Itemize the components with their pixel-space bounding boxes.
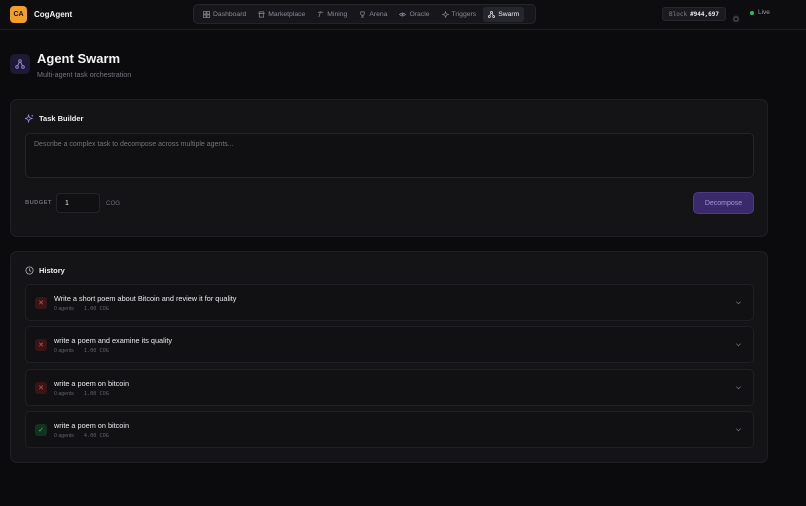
history-item-meta: 0 agents 1.00 COG [54,306,109,312]
agent-count: 0 agents [54,391,74,397]
failed-x-icon: ✕ [35,339,47,351]
nav-label: Triggers [451,10,477,18]
nav-label: Marketplace [268,10,306,18]
trophy-icon [359,11,366,18]
brand[interactable]: CA CogAgent [10,6,72,23]
history-title: History [39,266,65,275]
live-status: Live [750,9,770,16]
agent-count: 0 agents [54,306,74,312]
task-builder-title: Task Builder [39,114,84,123]
history-header: History [25,266,65,275]
task-description-input[interactable] [25,133,754,178]
chevron-down-icon[interactable] [735,299,742,306]
main-nav: Dashboard Marketplace Mining Arena Oracl… [193,4,536,24]
failed-x-icon: ✕ [35,382,47,394]
chevron-down-icon[interactable] [735,384,742,391]
block-label: Block [669,10,688,18]
history-item-title: write a poem on bitcoin [54,421,130,430]
grid-icon [203,10,210,18]
history-item[interactable]: ✕ Write a short poem about Bitcoin and r… [25,284,754,321]
clock-icon [25,266,34,275]
success-check-icon: ✓ [35,424,47,436]
network-icon [488,10,496,18]
top-bar: CA CogAgent Dashboard Marketplace Mining [0,0,806,30]
nav-item-marketplace[interactable]: Marketplace [253,7,310,22]
budget-input[interactable] [56,193,100,213]
brand-name: CogAgent [34,10,73,19]
block-indicator: Block #944,697 [662,7,726,21]
brand-logo: CA [10,6,27,23]
block-number: #944,697 [690,10,719,18]
live-label: Live [758,9,770,16]
task-builder-header: Task Builder [25,114,83,123]
history-item-meta: 0 agents 4.00 COG [54,433,109,439]
nav-label: Dashboard [213,10,247,18]
swarm-page-icon [10,54,30,74]
cost: 4.00 COG [83,433,109,439]
nav-label: Oracle [409,10,430,18]
eye-icon [399,11,407,18]
history-item[interactable]: ✕ write a poem and examine its quality 0… [25,326,754,363]
history-item-title: write a poem and examine its quality [54,336,173,345]
live-dot-icon [750,10,754,15]
pickaxe-icon [317,11,324,18]
nav-item-dashboard[interactable]: Dashboard [198,7,251,22]
agent-count: 0 agents [54,348,74,354]
nav-label: Arena [369,10,388,18]
history-item-meta: 0 agents 1.00 COG [54,391,109,397]
nav-item-triggers[interactable]: Triggers [437,7,482,22]
history-item[interactable]: ✓ write a poem on bitcoin 0 agents 4.00 … [25,411,754,448]
page-title: Agent Swarm [37,51,121,66]
chevron-down-icon[interactable] [735,341,742,348]
nav-label: Mining [327,10,348,18]
history-item-title: Write a short poem about Bitcoin and rev… [54,294,237,303]
budget-label: BUDGET [25,200,52,206]
nav-label: Swarm [498,10,520,18]
history-item-meta: 0 agents 1.00 COG [54,348,109,354]
history-item[interactable]: ✕ write a poem on bitcoin 0 agents 1.00 … [25,369,754,406]
page-subtitle: Multi-agent task orchestration [37,70,132,79]
budget-unit: COG [106,200,121,207]
history-item-title: write a poem on bitcoin [54,379,130,388]
task-builder-card: Task Builder BUDGET COG Decompose [10,99,768,237]
history-card: History ✕ Write a short poem about Bitco… [10,251,768,463]
sparkles-icon [25,114,34,123]
store-icon [258,11,265,18]
nav-item-swarm[interactable]: Swarm [483,6,525,22]
failed-x-icon: ✕ [35,297,47,309]
sparkle-icon [441,10,449,18]
cost: 1.00 COG [83,348,109,354]
agent-count: 0 agents [54,433,74,439]
cost: 1.00 COG [83,391,109,397]
settings-icon[interactable] [732,10,740,23]
nav-item-mining[interactable]: Mining [312,7,352,22]
chevron-down-icon[interactable] [735,426,742,433]
cost: 1.00 COG [83,306,109,312]
decompose-button[interactable]: Decompose [693,192,754,214]
nav-item-oracle[interactable]: Oracle [394,7,434,22]
nav-item-arena[interactable]: Arena [354,7,392,22]
